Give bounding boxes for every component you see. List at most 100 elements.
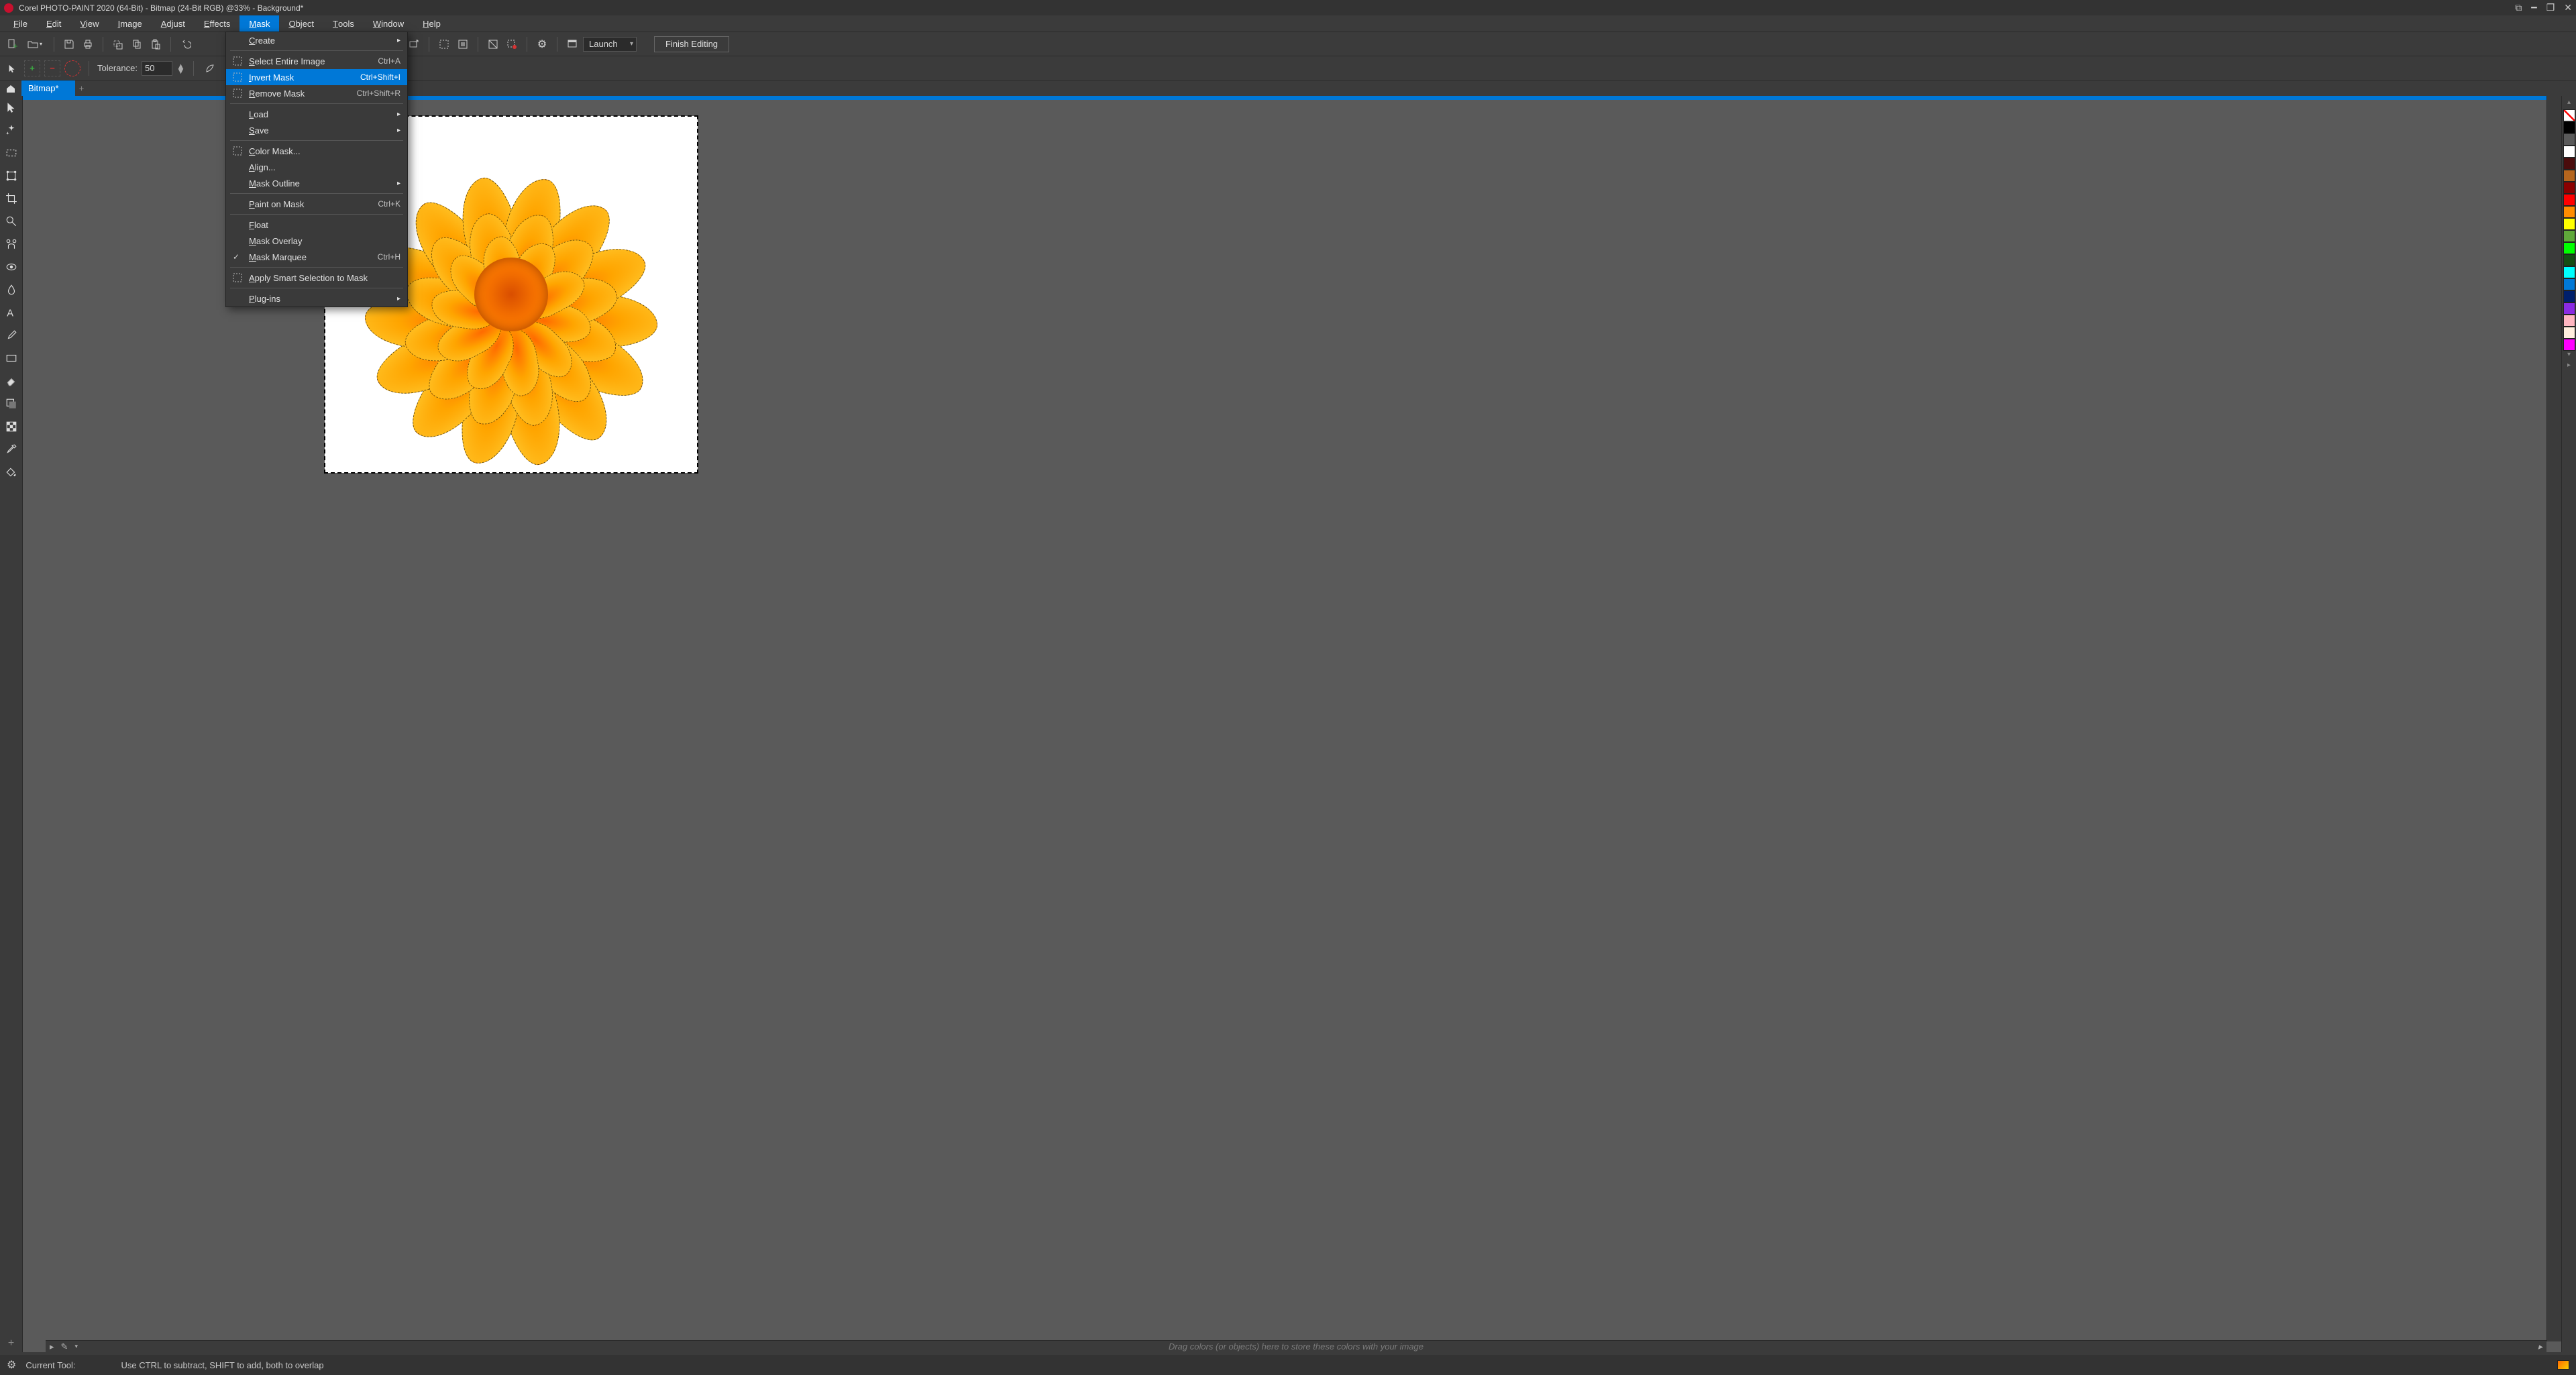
mask-mode-add[interactable]: +	[24, 60, 40, 76]
color-swatch[interactable]	[2563, 194, 2575, 206]
tray-next-icon[interactable]: ▸	[2538, 1341, 2542, 1352]
mask-overlay-button[interactable]	[455, 36, 471, 52]
eyedropper-tool[interactable]	[3, 441, 20, 458]
color-swatch[interactable]	[2563, 242, 2575, 254]
transparency-tool[interactable]	[3, 418, 20, 435]
palette-menu[interactable]: ▸	[2567, 362, 2571, 372]
color-swatch[interactable]	[2563, 218, 2575, 230]
tray-eyedropper-icon[interactable]: ✎	[61, 1341, 68, 1352]
color-swatch[interactable]	[2563, 182, 2575, 194]
tolerance-stepper[interactable]: ▲▼	[176, 64, 185, 73]
clone-tool[interactable]	[3, 235, 20, 253]
menu-item-remove-mask[interactable]: Remove MaskCtrl+Shift+R	[226, 85, 407, 101]
menu-item-select-entire-image[interactable]: Select Entire ImageCtrl+A	[226, 53, 407, 69]
color-proof-icon[interactable]	[2557, 1360, 2569, 1370]
print-button[interactable]	[80, 36, 96, 52]
color-swatch[interactable]	[2563, 339, 2575, 351]
menu-item-mask-marquee[interactable]: Mask MarqueeCtrl+H	[226, 249, 407, 265]
color-swatch[interactable]	[2563, 133, 2575, 146]
remove-mask-button[interactable]	[504, 36, 520, 52]
close-button[interactable]: ✕	[2564, 2, 2572, 13]
smart-selection-tool[interactable]	[3, 121, 20, 139]
show-mask-button[interactable]	[436, 36, 452, 52]
color-swatch[interactable]	[2563, 158, 2575, 170]
add-tab-button[interactable]: +	[75, 80, 89, 96]
menu-item-float[interactable]: Float	[226, 217, 407, 233]
menu-object[interactable]: Object	[279, 15, 323, 32]
menu-window[interactable]: Window	[364, 15, 413, 32]
color-swatch[interactable]	[2563, 121, 2575, 133]
new-document-button[interactable]: +	[4, 36, 20, 52]
color-swatch[interactable]	[2563, 315, 2575, 327]
dropshadow-tool[interactable]	[3, 395, 20, 412]
rectangle-tool[interactable]	[3, 349, 20, 367]
red-eye-tool[interactable]	[3, 258, 20, 276]
color-swatch[interactable]	[2563, 327, 2575, 339]
menu-item-apply-smart-selection-to-mask[interactable]: Apply Smart Selection to Mask	[226, 270, 407, 286]
color-swatch[interactable]	[2563, 230, 2575, 242]
menu-item-color-mask[interactable]: Color Mask...	[226, 143, 407, 159]
menu-item-paint-on-mask[interactable]: Paint on MaskCtrl+K	[226, 196, 407, 212]
zoom-tool[interactable]	[3, 213, 20, 230]
tray-menu-icon[interactable]: ▾	[74, 1343, 78, 1350]
menu-item-plug-ins[interactable]: Plug-ins▸	[226, 290, 407, 307]
paste-button[interactable]	[148, 36, 164, 52]
menu-mask[interactable]: Mask	[239, 15, 279, 32]
export-button[interactable]	[406, 36, 422, 52]
app-launcher-icon[interactable]	[564, 36, 580, 52]
invert-mask-button[interactable]	[485, 36, 501, 52]
mask-mode-normal[interactable]	[4, 60, 20, 76]
liquid-tool[interactable]	[3, 281, 20, 298]
pick-tool[interactable]	[3, 99, 20, 116]
text-tool[interactable]: A	[3, 304, 20, 321]
color-swatch[interactable]	[2563, 278, 2575, 290]
palette-scroll-up[interactable]: ▴	[2567, 99, 2571, 109]
menu-image[interactable]: Image	[109, 15, 152, 32]
minimize-button[interactable]: ━	[2531, 2, 2536, 13]
copy-button[interactable]	[129, 36, 145, 52]
color-swatch[interactable]	[2563, 302, 2575, 315]
undo-button[interactable]	[178, 36, 194, 52]
settings-icon[interactable]: ⚙	[7, 1358, 16, 1372]
vertical-scrollbar[interactable]	[2546, 96, 2561, 1341]
home-tab[interactable]	[0, 80, 21, 96]
color-swatch[interactable]	[2563, 266, 2575, 278]
menu-item-load[interactable]: Load▸	[226, 106, 407, 122]
finish-editing-button[interactable]: Finish Editing	[654, 36, 729, 52]
color-swatch[interactable]	[2563, 170, 2575, 182]
color-swatch[interactable]	[2563, 206, 2575, 218]
menu-item-mask-outline[interactable]: Mask Outline▸	[226, 175, 407, 191]
eraser-tool[interactable]	[3, 372, 20, 390]
open-button[interactable]: ▾	[23, 36, 47, 52]
menu-item-invert-mask[interactable]: Invert MaskCtrl+Shift+I	[226, 69, 407, 85]
menu-item-save[interactable]: Save▸	[226, 122, 407, 138]
options-button[interactable]: ⚙	[534, 36, 550, 52]
color-swatch[interactable]	[2563, 254, 2575, 266]
menu-view[interactable]: View	[70, 15, 108, 32]
color-swatch[interactable]	[2563, 146, 2575, 158]
feather-icon[interactable]	[202, 60, 218, 76]
mask-mode-subtract[interactable]: −	[44, 60, 60, 76]
menu-help[interactable]: Help	[413, 15, 450, 32]
cut-button[interactable]	[110, 36, 126, 52]
tray-prev-icon[interactable]: ▸	[50, 1341, 54, 1352]
menu-tools[interactable]: Tools	[323, 15, 364, 32]
color-tray[interactable]: ▸ ✎ ▾ Drag colors (or objects) here to s…	[46, 1340, 2546, 1352]
rectangle-mask-tool[interactable]	[3, 144, 20, 162]
maximize-button[interactable]: ❐	[2546, 2, 2555, 13]
menu-file[interactable]: File	[4, 15, 37, 32]
menu-item-mask-overlay[interactable]: Mask Overlay	[226, 233, 407, 249]
menu-edit[interactable]: Edit	[37, 15, 70, 32]
crop-tool[interactable]	[3, 190, 20, 207]
tolerance-input[interactable]	[142, 61, 172, 76]
popup-icon[interactable]: ⧉	[2515, 2, 2522, 13]
menu-item-create[interactable]: Create▸	[226, 32, 407, 48]
color-swatch[interactable]	[2563, 109, 2575, 121]
launch-dropdown[interactable]: Launch	[583, 37, 637, 52]
document-tab[interactable]: Bitmap*	[21, 80, 75, 96]
fill-tool[interactable]	[3, 463, 20, 481]
save-button[interactable]	[61, 36, 77, 52]
color-swatch[interactable]	[2563, 290, 2575, 302]
brush-tool[interactable]	[3, 327, 20, 344]
customize-toolbox[interactable]: +	[3, 1335, 20, 1352]
